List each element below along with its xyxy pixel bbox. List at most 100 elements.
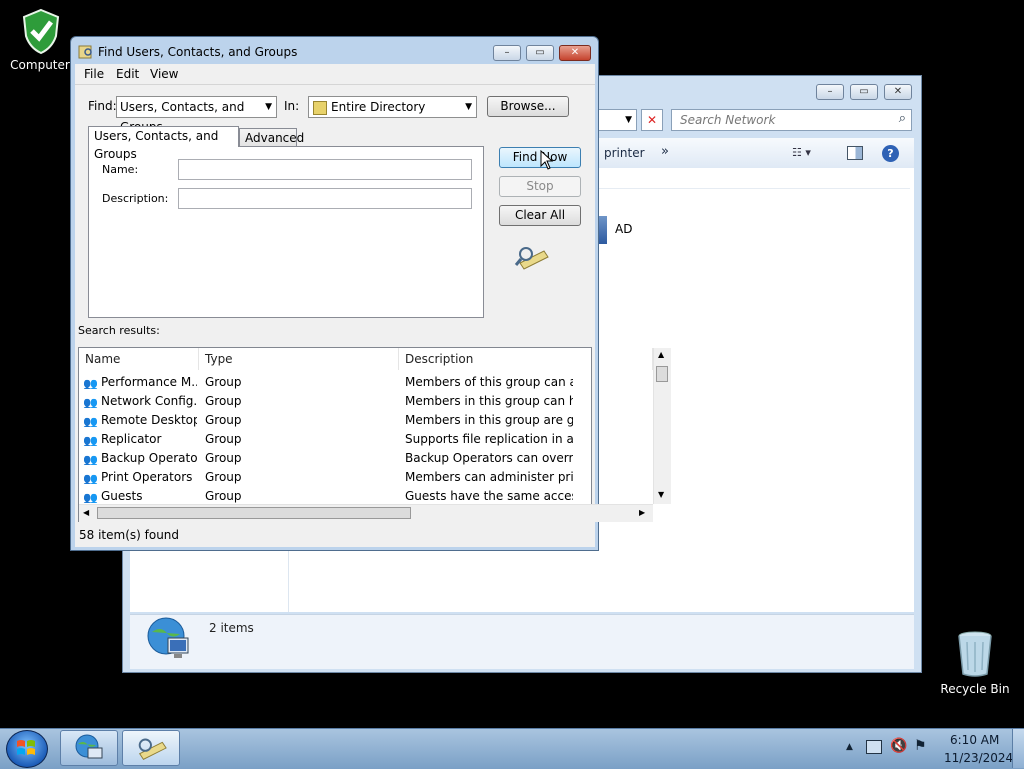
- dialog-title: Find Users, Contacts, and Groups: [98, 45, 298, 59]
- explorer-item-ad[interactable]: AD: [615, 222, 632, 236]
- search-animation-icon: [514, 247, 549, 270]
- horizontal-scrollbar[interactable]: ◀ ▶: [79, 504, 653, 522]
- network-globe-icon: [147, 617, 189, 658]
- group-icon: 👥: [83, 377, 98, 389]
- clear-all-button[interactable]: Clear All: [499, 205, 581, 226]
- row-name: Performance M...: [101, 375, 197, 389]
- directory-icon: [313, 101, 327, 115]
- row-type: Group: [205, 394, 242, 408]
- show-desktop-button[interactable]: [1012, 729, 1024, 768]
- row-description: Supports file replication in a dor: [405, 432, 573, 446]
- explorer-address-dropdown[interactable]: ▼: [599, 109, 637, 131]
- menu-view[interactable]: View: [150, 67, 178, 81]
- preview-pane-icon[interactable]: [847, 146, 863, 160]
- dialog-minimize-button[interactable]: –: [493, 45, 521, 61]
- row-description: Backup Operators can override s: [405, 451, 573, 465]
- clock-time[interactable]: 6:10 AM: [950, 733, 999, 747]
- row-name: Remote Desktop...: [101, 413, 197, 427]
- group-icon: 👥: [83, 415, 98, 427]
- row-description: Members of this group can acce: [405, 375, 573, 389]
- table-row[interactable]: 👥 Performance M... Group Members of this…: [79, 373, 575, 392]
- row-name: Network Config...: [101, 394, 197, 408]
- taskbar-find-users-button[interactable]: [122, 730, 180, 766]
- explorer-close-button[interactable]: ✕: [884, 84, 912, 100]
- description-label: Description:: [102, 192, 169, 205]
- name-input[interactable]: [178, 159, 472, 180]
- table-row[interactable]: 👥 Guests Group Guests have the same acce…: [79, 487, 575, 504]
- explorer-status-count: 2 items: [209, 621, 254, 635]
- menu-edit[interactable]: Edit: [116, 67, 139, 81]
- column-header-type[interactable]: Type: [199, 348, 399, 370]
- action-center-flag-icon[interactable]: ⚑: [914, 738, 927, 754]
- row-description: Members in this group can have: [405, 394, 573, 408]
- find-type-combobox[interactable]: Users, Contacts, and Groups ▼: [116, 96, 277, 134]
- explorer-toolbar-printer[interactable]: printer: [604, 146, 645, 160]
- explorer-maximize-button[interactable]: ▭: [850, 84, 878, 100]
- volume-muted-icon[interactable]: 🔇: [890, 738, 907, 754]
- scroll-left-arrow[interactable]: ◀: [83, 508, 89, 517]
- explorer-stop-icon[interactable]: ✕: [641, 109, 663, 131]
- table-row[interactable]: 👥 Network Config... Group Members in thi…: [79, 392, 575, 411]
- row-name: Guests: [101, 489, 143, 503]
- mouse-cursor-icon: [540, 150, 554, 170]
- find-label: Find:: [88, 99, 117, 113]
- scroll-up-arrow[interactable]: ▲: [658, 350, 664, 359]
- table-row[interactable]: 👥 Replicator Group Supports file replica…: [79, 430, 575, 449]
- explorer-toolbar-more[interactable]: »: [661, 144, 669, 159]
- search-animation-icon: [138, 738, 167, 760]
- description-input[interactable]: [178, 188, 472, 209]
- dialog-maximize-button[interactable]: ▭: [526, 45, 554, 61]
- table-row[interactable]: 👥 Backup Operators Group Backup Operator…: [79, 449, 575, 468]
- dialog-status-text: 58 item(s) found: [79, 528, 180, 542]
- row-type: Group: [205, 489, 242, 503]
- row-type: Group: [205, 432, 242, 446]
- horizontal-scroll-thumb[interactable]: [97, 507, 411, 519]
- explorer-search-box[interactable]: Search Network ⌕: [671, 109, 912, 131]
- taskbar-network-explorer-button[interactable]: [60, 730, 118, 766]
- explorer-minimize-button[interactable]: –: [816, 84, 844, 100]
- explorer-search-placeholder: Search Network: [680, 113, 776, 127]
- network-globe-icon: [75, 734, 103, 759]
- shield-check-icon: [22, 8, 60, 54]
- help-icon[interactable]: ?: [882, 145, 899, 162]
- group-icon: 👥: [83, 434, 98, 446]
- in-location-combobox[interactable]: Entire Directory ▼: [308, 96, 477, 118]
- browse-button[interactable]: Browse...: [487, 96, 569, 117]
- menu-separator: [75, 84, 595, 85]
- clock-date[interactable]: 11/23/2024: [944, 751, 1013, 765]
- search-icon: ⌕: [898, 111, 906, 126]
- row-description: Guests have the same access as: [405, 489, 573, 503]
- row-description: Members in this group are grant: [405, 413, 573, 427]
- group-icon: 👥: [83, 491, 98, 503]
- recycle-bin-desktop-icon[interactable]: Recycle Bin: [940, 630, 1010, 700]
- in-label: In:: [284, 99, 300, 113]
- scroll-thumb[interactable]: [656, 366, 668, 382]
- dialog-close-button[interactable]: ✕: [559, 45, 591, 61]
- recycle-bin-icon: [958, 631, 992, 677]
- network-tray-icon[interactable]: [866, 740, 882, 754]
- table-row[interactable]: 👥 Print Operators Group Members can admi…: [79, 468, 575, 487]
- row-type: Group: [205, 413, 242, 427]
- table-row[interactable]: 👥 Remote Desktop... Group Members in thi…: [79, 411, 575, 430]
- column-header-description[interactable]: Description: [399, 348, 653, 370]
- row-type: Group: [205, 470, 242, 484]
- chevron-down-icon: ▼: [465, 102, 472, 112]
- tab-advanced[interactable]: Advanced: [239, 128, 304, 148]
- stop-button[interactable]: Stop: [499, 176, 581, 197]
- row-name: Print Operators: [101, 470, 193, 484]
- scroll-right-arrow[interactable]: ▶: [639, 508, 645, 517]
- search-results-list[interactable]: Name Type Description 👥 Performance M...…: [78, 347, 671, 522]
- vertical-scrollbar[interactable]: ▲ ▼: [653, 348, 671, 504]
- view-options-icon[interactable]: ☷ ▾: [792, 146, 826, 162]
- find-dialog-app-icon: [78, 45, 92, 59]
- group-icon: 👥: [83, 453, 98, 465]
- ad-computer-icon: [599, 216, 607, 244]
- scroll-down-arrow[interactable]: ▼: [658, 490, 664, 499]
- menu-file[interactable]: File: [84, 67, 104, 81]
- show-hidden-icons-arrow[interactable]: ▲: [846, 742, 853, 752]
- computer-desktop-icon[interactable]: Computer: [8, 6, 72, 76]
- tab-users-contacts-groups[interactable]: Users, Contacts, and Groups: [88, 126, 239, 161]
- column-header-name[interactable]: Name: [79, 348, 199, 370]
- name-label: Name:: [102, 163, 139, 176]
- windows-logo-icon: [17, 740, 35, 755]
